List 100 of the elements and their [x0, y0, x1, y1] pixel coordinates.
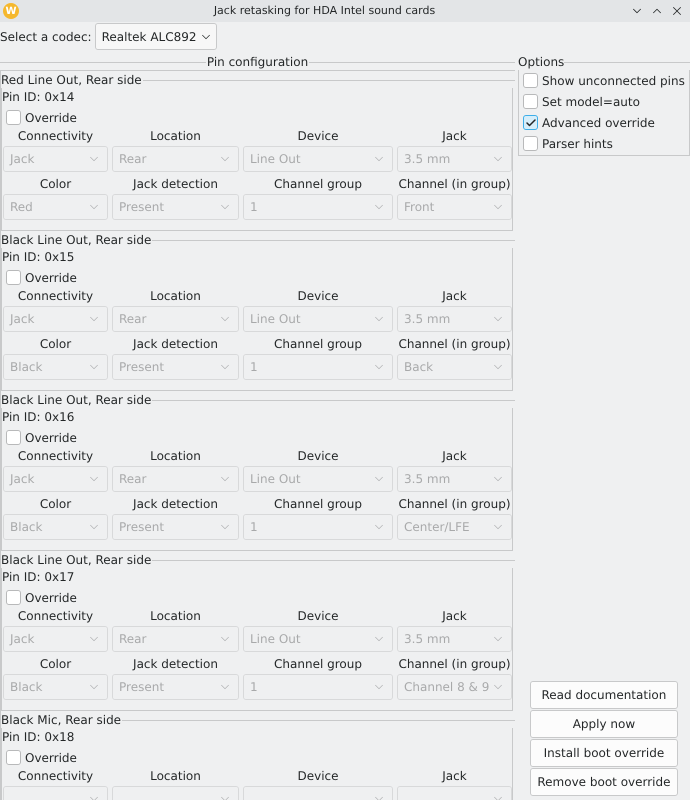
window-title: Jack retasking for HDA Intel sound cards [212, 2, 436, 19]
dropdown[interactable]: 3.5 mm [397, 466, 512, 492]
group-title: Black Mic, Rear side [1, 712, 122, 729]
field-label: Location [150, 448, 201, 465]
field-label: Connectivity [18, 448, 94, 465]
field-label: Jack [442, 448, 467, 465]
action-button[interactable]: Read documentation [530, 681, 678, 709]
pin-id: Pin ID: 0x18 [2, 729, 74, 746]
dropdown[interactable]: 3.5 mm [397, 146, 512, 172]
dropdown[interactable]: 1 [243, 514, 393, 540]
pin-id: Pin ID: 0x17 [2, 569, 74, 586]
pin-id: Pin ID: 0x16 [2, 409, 74, 426]
dropdown[interactable]: Black [3, 674, 108, 700]
dropdown[interactable]: Channel 8 & 9 [397, 674, 512, 700]
dropdown[interactable]: 3.5 mm [397, 306, 512, 332]
checkbox-label: Override [25, 590, 77, 606]
dropdown[interactable]: Front [397, 194, 512, 220]
checkbox[interactable] [523, 136, 538, 151]
dropdown[interactable]: 1 [243, 674, 393, 700]
field-label: Jack [442, 608, 467, 625]
checkbox-label: Override [25, 110, 77, 126]
checkbox-label: Override [25, 270, 77, 286]
checkbox[interactable] [523, 115, 538, 130]
field-label: Jack detection [133, 656, 218, 673]
close-icon[interactable] [670, 4, 684, 18]
field-label: Location [150, 608, 201, 625]
dropdown[interactable]: Rear [112, 466, 239, 492]
pin-id: Pin ID: 0x14 [2, 89, 74, 106]
field-label: Color [40, 496, 72, 513]
dropdown[interactable]: Rear [112, 306, 239, 332]
checkbox[interactable] [6, 590, 21, 605]
dropdown[interactable]: Line Out [243, 306, 393, 332]
check-icon [524, 116, 536, 128]
dropdown[interactable]: Present [112, 674, 239, 700]
action-button[interactable]: Remove boot override [530, 768, 678, 796]
field-label: Channel (in group) [398, 656, 511, 673]
field-label: Jack [442, 768, 467, 785]
dropdown[interactable]: Back [397, 354, 512, 380]
dropdown[interactable]: Present [112, 194, 239, 220]
dropdown[interactable]: Red [3, 194, 108, 220]
dropdown[interactable]: Rear [112, 626, 239, 652]
dropdown[interactable]: Present [112, 354, 239, 380]
group-title: Pin configuration [206, 54, 310, 71]
codec-dropdown[interactable]: Realtek ALC892 [94, 23, 216, 50]
dropdown[interactable]: 1 [243, 354, 393, 380]
checkbox-label: Parser hints [542, 136, 613, 152]
field-label: Jack detection [133, 496, 218, 513]
group-title: Red Line Out, Rear side [1, 72, 142, 89]
dropdown[interactable]: Present [112, 514, 239, 540]
field-label: Color [40, 176, 72, 193]
action-button[interactable]: Apply now [530, 710, 678, 738]
group-title: Black Line Out, Rear side [1, 232, 152, 249]
dropdown[interactable]: Jack [3, 626, 108, 652]
group-title: Options [518, 54, 564, 71]
dropdown[interactable]: Jack [3, 306, 108, 332]
checkbox[interactable] [523, 73, 538, 88]
field-label: Channel (in group) [398, 176, 511, 193]
dropdown[interactable]: Center/LFE [397, 514, 512, 540]
dropdown[interactable]: Line Out [243, 626, 393, 652]
dropdown[interactable]: Black [3, 354, 108, 380]
field-label: Channel group [274, 656, 362, 673]
checkbox[interactable] [6, 750, 21, 765]
field-label: Location [150, 768, 201, 785]
field-label: Jack detection [133, 336, 218, 353]
field-label: Color [40, 656, 72, 673]
field-label: Connectivity [18, 608, 94, 625]
checkbox[interactable] [523, 94, 538, 109]
app-logo: W [3, 3, 19, 19]
group-title: Black Line Out, Rear side [1, 552, 152, 569]
checkbox-label: Set model=auto [542, 94, 640, 110]
dropdown[interactable]: Jack [3, 466, 108, 492]
dropdown[interactable]: Line Out [243, 466, 393, 492]
field-label: Device [297, 128, 339, 145]
field-label: Connectivity [18, 768, 94, 785]
checkbox[interactable] [6, 270, 21, 285]
checkbox[interactable] [6, 430, 21, 445]
codec-label: Select a codec: [0, 28, 92, 46]
field-label: Jack [442, 128, 467, 145]
checkbox-label: Show unconnected pins [542, 72, 685, 90]
dropdown[interactable]: Rear [112, 146, 239, 172]
field-label: Device [297, 768, 339, 785]
dropdown[interactable]: Jack [3, 146, 108, 172]
dropdown[interactable]: Black [3, 514, 108, 540]
checkbox[interactable] [6, 110, 21, 125]
field-label: Location [150, 288, 201, 305]
dropdown[interactable]: 3.5 mm [397, 626, 512, 652]
field-label: Channel (in group) [398, 496, 511, 513]
group-title: Black Line Out, Rear side [1, 392, 152, 409]
field-label: Channel group [274, 176, 362, 193]
field-label: Device [297, 608, 339, 625]
field-label: Color [40, 336, 72, 353]
field-label: Channel (in group) [398, 336, 511, 353]
field-label: Device [297, 288, 339, 305]
action-button[interactable]: Install boot override [530, 739, 678, 767]
field-label: Location [150, 128, 201, 145]
checkbox-label: Override [25, 430, 77, 446]
field-label: Jack [442, 288, 467, 305]
field-label: Connectivity [18, 288, 94, 305]
dropdown[interactable]: 1 [243, 194, 393, 220]
dropdown[interactable]: Line Out [243, 146, 393, 172]
